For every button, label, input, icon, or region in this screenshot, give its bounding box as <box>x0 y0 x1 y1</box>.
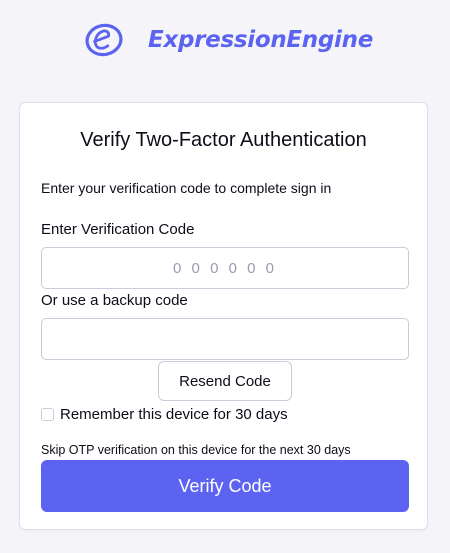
brand-name: ExpressionEngine <box>148 27 373 53</box>
skip-otp-note: Skip OTP verification on this device for… <box>41 443 351 457</box>
remember-device-option[interactable]: Remember this device for 30 days <box>41 404 288 424</box>
expressionengine-e-logo-icon <box>85 23 123 57</box>
intro-text: Enter your verification code to complete… <box>41 180 332 196</box>
backup-code-label: Or use a backup code <box>41 292 188 309</box>
page-title: Verify Two-Factor Authentication <box>80 129 367 151</box>
remember-device-label: Remember this device for 30 days <box>60 405 288 423</box>
verify-code-button[interactable]: Verify Code <box>41 460 409 512</box>
backup-code-input[interactable] <box>41 318 409 360</box>
verification-code-input[interactable] <box>41 247 409 289</box>
expressionengine-logo: ExpressionEngine <box>84 22 373 58</box>
verification-code-label: Enter Verification Code <box>41 221 195 238</box>
resend-code-button[interactable]: Resend Code <box>158 361 292 401</box>
two-factor-card: Verify Two-Factor Authentication Enter y… <box>19 102 428 530</box>
remember-device-checkbox[interactable] <box>41 407 54 421</box>
